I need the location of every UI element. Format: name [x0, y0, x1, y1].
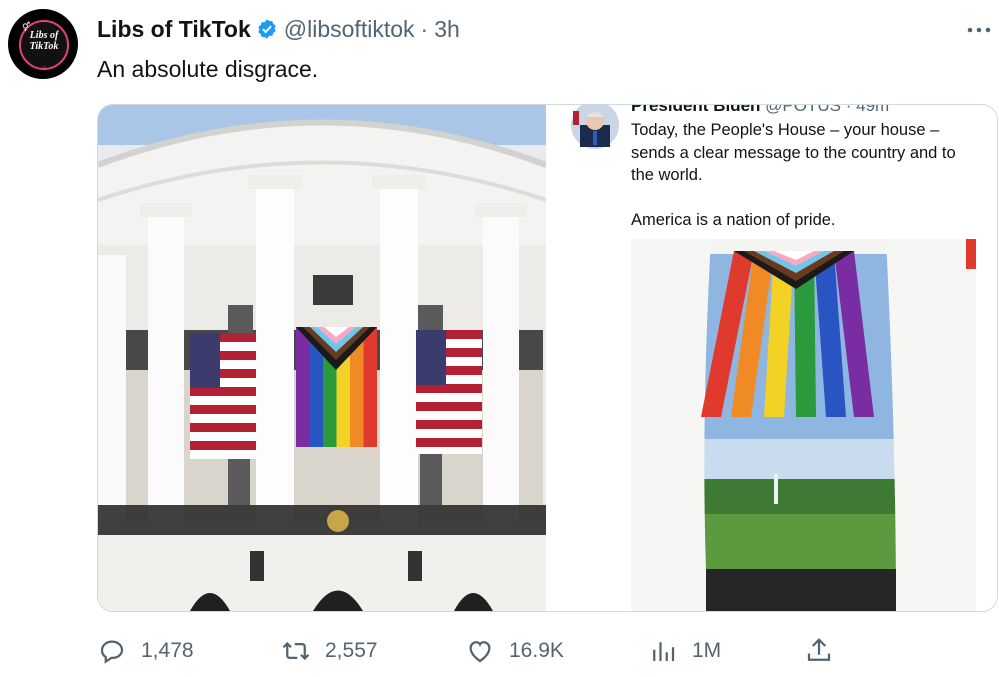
like-count: 16.9K [509, 639, 564, 662]
avatar[interactable]: ⚥ Libs of TikTok ♀ [8, 9, 78, 79]
avatar-logo-text: Libs of TikTok [29, 30, 59, 52]
reply-count: 1,478 [141, 639, 194, 662]
tweet-media[interactable]: President Biden @POTUS · 49m Today, the … [97, 104, 998, 612]
white-house-photo[interactable] [98, 105, 546, 611]
views-count: 1M [692, 639, 722, 662]
quoted-author-line: President Biden @POTUS · 49m [631, 104, 890, 116]
female-symbol-icon: ♀ [41, 63, 48, 73]
reply-icon [100, 640, 124, 664]
author-name[interactable]: Libs of TikTok [97, 16, 251, 43]
like-icon [469, 641, 491, 663]
quoted-tweet-text: Today, the People's House – your house –… [631, 121, 956, 229]
retweet-icon [282, 641, 310, 661]
verified-badge-icon [258, 19, 276, 39]
like-button[interactable]: 16.9K [465, 628, 564, 674]
quoted-author-name: President Biden [631, 104, 761, 115]
more-icon[interactable] [962, 14, 996, 44]
tweet-text: An absolute disgrace. [97, 56, 319, 82]
timestamp[interactable]: 3h [434, 16, 460, 43]
views-button[interactable]: 1M [648, 628, 721, 674]
quoted-time: 49m [856, 104, 890, 115]
views-icon [653, 642, 675, 661]
reply-button[interactable]: 1,478 [97, 628, 194, 674]
separator-dot: · [420, 15, 429, 42]
share-button[interactable] [804, 628, 848, 674]
quoted-handle: @POTUS [765, 104, 841, 115]
author-handle[interactable]: @libsoftiktok [284, 16, 415, 43]
retweet-button[interactable]: 2,557 [281, 628, 378, 674]
retweet-count: 2,557 [325, 639, 378, 662]
quoted-tweet-screenshot[interactable]: President Biden @POTUS · 49m Today, the … [549, 105, 997, 611]
share-icon [807, 638, 831, 661]
pride-flag-photo [631, 239, 976, 611]
quoted-avatar [571, 105, 619, 149]
tweet-header: Libs of TikTok @libsoftiktok · 3h [97, 14, 460, 44]
